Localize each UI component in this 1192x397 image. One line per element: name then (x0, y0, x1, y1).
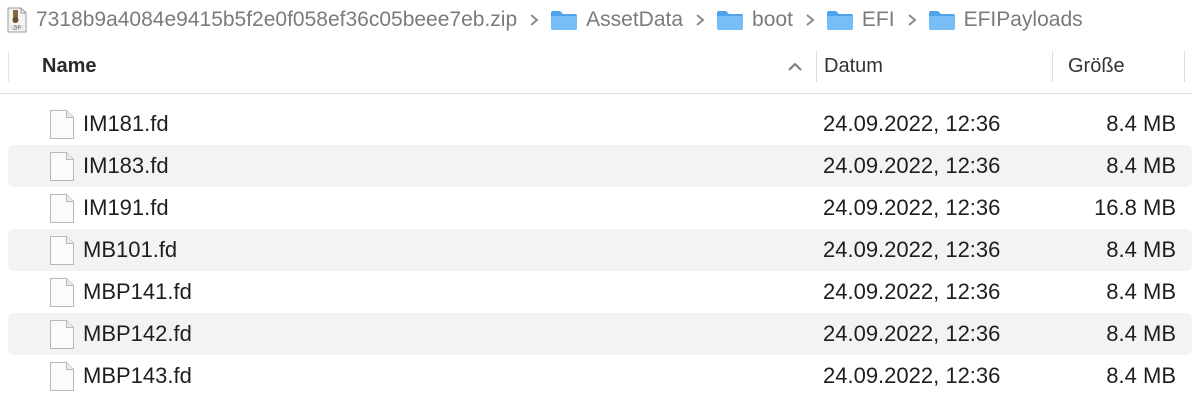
file-size: 8.4 MB (1106, 153, 1176, 178)
breadcrumb-item-efi[interactable]: EFI (826, 0, 895, 40)
folder-icon (928, 11, 955, 30)
folder-icon (551, 11, 578, 30)
file-date: 24.09.2022, 12:36 (823, 153, 1001, 178)
document-icon (50, 110, 74, 139)
breadcrumb-item-zip[interactable]: ZIP 7318b9a4084e9415b5f2e0f058ef36c05bee… (0, 0, 517, 40)
file-size: 8.4 MB (1106, 111, 1176, 136)
file-date: 24.09.2022, 12:36 (823, 195, 1001, 220)
chevron-right-icon (907, 14, 917, 26)
column-divider[interactable] (1184, 51, 1185, 82)
file-row[interactable]: IM181.fd 24.09.2022, 12:36 8.4 MB (8, 103, 1192, 145)
file-row[interactable]: MB101.fd 24.09.2022, 12:36 8.4 MB (8, 229, 1192, 271)
file-name: MBP141.fd (83, 279, 192, 304)
file-size: 8.4 MB (1106, 321, 1176, 346)
file-size: 16.8 MB (1094, 195, 1176, 220)
file-name: MBP142.fd (83, 321, 192, 346)
zip-archive-icon: ZIP (7, 7, 27, 33)
file-row[interactable]: IM183.fd 24.09.2022, 12:36 8.4 MB (8, 145, 1192, 187)
file-size: 8.4 MB (1106, 363, 1176, 388)
svg-text:ZIP: ZIP (13, 26, 21, 32)
column-divider[interactable] (1052, 51, 1053, 82)
breadcrumb-label: EFIPayloads (963, 8, 1083, 31)
chevron-up-icon[interactable] (787, 60, 803, 72)
path-bar: ZIP 7318b9a4084e9415b5f2e0f058ef36c05bee… (0, 0, 1192, 40)
file-size: 8.4 MB (1106, 237, 1176, 262)
folder-icon (717, 11, 744, 30)
file-name: MB101.fd (83, 237, 178, 262)
column-divider (8, 52, 9, 82)
file-name: IM183.fd (83, 153, 169, 178)
chevron-right-icon (696, 14, 705, 26)
breadcrumb-label: EFI (861, 8, 895, 31)
document-icon (50, 194, 74, 223)
breadcrumb-label: boot (752, 8, 793, 31)
breadcrumb-item-boot[interactable]: boot (716, 0, 793, 40)
column-header-bar: Name Datum Größe (0, 40, 1192, 94)
file-date: 24.09.2022, 12:36 (823, 321, 1001, 346)
file-row[interactable]: MBP141.fd 24.09.2022, 12:36 8.4 MB (8, 271, 1192, 313)
file-row[interactable]: MBP142.fd 24.09.2022, 12:36 8.4 MB (8, 313, 1192, 355)
column-header-size[interactable]: Größe (1068, 40, 1168, 93)
chevron-right-icon (806, 14, 815, 26)
file-row[interactable]: MBP143.fd 24.09.2022, 12:36 8.4 MB (8, 355, 1192, 397)
chevron-right-icon (530, 14, 539, 26)
file-list: IM181.fd 24.09.2022, 12:36 8.4 MB IM183.… (0, 103, 1192, 397)
file-name: IM181.fd (83, 111, 169, 136)
folder-icon (826, 11, 853, 30)
file-name: IM191.fd (83, 195, 169, 220)
document-icon (50, 362, 74, 391)
file-name: MBP143.fd (83, 363, 192, 388)
document-icon (50, 152, 74, 181)
column-header-name[interactable]: Name (42, 40, 815, 93)
breadcrumb-label: 7318b9a4084e9415b5f2e0f058ef36c05beee7eb… (36, 8, 518, 31)
document-icon (50, 278, 74, 307)
file-size: 8.4 MB (1106, 279, 1176, 304)
file-date: 24.09.2022, 12:36 (823, 279, 1001, 304)
document-icon (50, 320, 74, 349)
breadcrumb-item-efipayloads[interactable]: EFIPayloads (928, 0, 1083, 40)
document-icon (50, 236, 74, 265)
breadcrumb-label: AssetData (586, 8, 684, 31)
file-date: 24.09.2022, 12:36 (823, 237, 1001, 262)
column-header-date[interactable]: Datum (824, 40, 1049, 93)
file-date: 24.09.2022, 12:36 (823, 111, 1001, 136)
file-row[interactable]: IM191.fd 24.09.2022, 12:36 16.8 MB (8, 187, 1192, 229)
column-divider[interactable] (816, 51, 817, 82)
breadcrumb-item-assetdata[interactable]: AssetData (550, 0, 683, 40)
file-date: 24.09.2022, 12:36 (823, 363, 1001, 388)
